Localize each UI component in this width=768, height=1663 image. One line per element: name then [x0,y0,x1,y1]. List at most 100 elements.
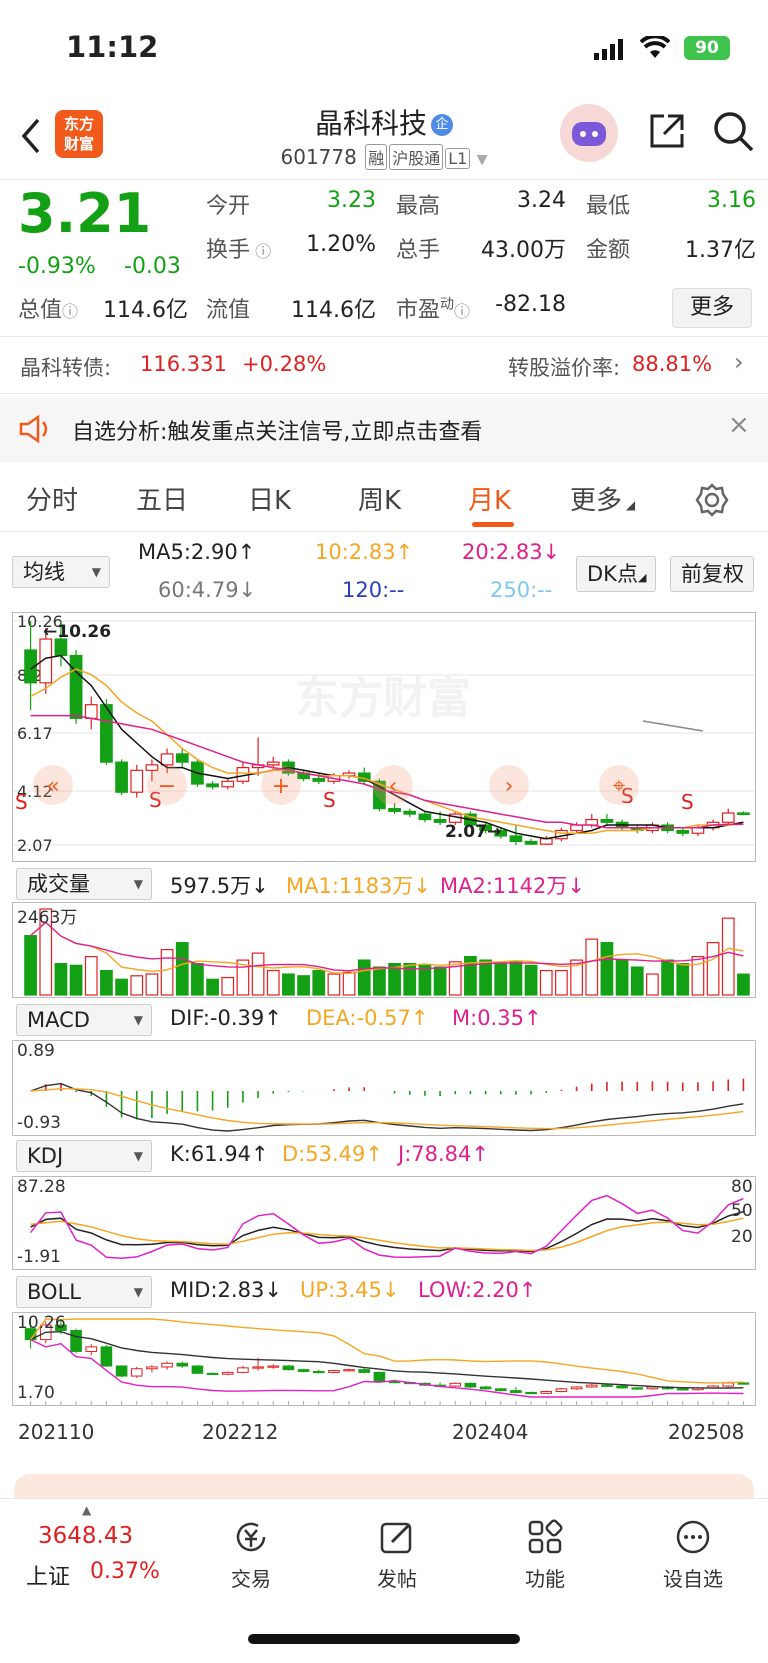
volume-label: 总手 [396,238,441,263]
index-value[interactable]: 3648.43 [38,1523,133,1549]
kline-chart-panel[interactable]: 东方财富10.268.226.174.122.07←10.262.07→SSSS… [12,612,756,862]
boll-low: LOW:2.20↑ [418,1278,537,1302]
boll-candle [297,1369,310,1372]
volume-bar [630,966,644,996]
kdj-right-80: 80 [731,1177,753,1197]
tab-intraday[interactable]: 分时 [26,480,78,517]
volume-ma-line [30,921,744,972]
candle [312,777,326,782]
candle [388,808,401,812]
volume-bar [721,917,735,996]
add-watchlist-button[interactable]: 设自选 [648,1517,738,1592]
ma250-label: 250:-- [490,578,553,602]
candle [84,704,98,719]
sell-signal-mark: S [681,790,694,814]
change-value: -0.03 [124,254,181,279]
low-label: 最低 [586,194,631,219]
candle [266,761,280,766]
boll-candle [267,1365,280,1368]
volume-current: 597.5万↓ [170,874,269,898]
boll-mid: MID:2.83↓ [170,1278,282,1302]
dk-point-button[interactable]: DK点◢ [576,556,656,592]
more-button[interactable]: 更多 [672,288,752,328]
x-label-1: 202212 [202,1420,279,1444]
boll-candle [176,1362,189,1367]
boll-candle [479,1386,492,1390]
tab-month-k[interactable]: 月K [468,480,511,517]
close-icon[interactable]: × [728,410,750,440]
add-watch-icon [676,1520,710,1554]
volume-bar [206,978,219,996]
chart-control-glyph: ⌖ [613,774,625,799]
premium-value: 88.81% [632,352,713,376]
dropdown-icon[interactable]: ▼ [477,152,488,168]
boll-candle [510,1390,522,1393]
margin-tag: 融 [365,144,388,170]
status-bar: 11:12 90 [0,0,768,96]
boll-candle [358,1369,371,1373]
boll-candle [312,1370,325,1374]
tab-more[interactable]: 更多 ◢ [570,480,635,517]
volume-bar [706,942,720,996]
bond-price: 116.331 [140,352,227,376]
boll-candle [70,1329,82,1352]
gear-icon[interactable] [694,482,730,518]
volume-bar [266,969,280,996]
trade-icon [236,1522,266,1552]
volume-chart-panel: 2463万 [12,902,756,998]
macd-chart-panel: 0.89 -0.93 [12,1040,756,1136]
boll-candle [570,1386,583,1390]
volume-selector[interactable]: 成交量 ▼ [16,868,152,900]
volume-bar [661,959,674,996]
post-icon [380,1522,412,1554]
share-icon[interactable] [646,110,688,152]
boll-candle [328,1370,340,1373]
search-icon[interactable] [712,110,756,154]
volume-chart [24,908,750,996]
function-button[interactable]: 功能 [500,1517,590,1592]
adjust-button[interactable]: 前复权 [670,556,754,592]
trade-button[interactable]: 交易 [206,1517,296,1592]
volume-bar [327,973,341,996]
caret-up-icon: ▲ [82,1503,92,1517]
turnover-label: 换手 ⓘ [206,238,272,263]
function-icon [528,1519,563,1554]
chart-control-glyph: ‹ [389,774,398,799]
chart-control-glyph: › [505,774,514,799]
ma120-label: 120:-- [342,578,405,602]
level-tag: L1 [445,148,471,169]
low-price-label: 2.07→ [445,822,501,842]
notice-banner[interactable]: 自选分析:触发重点关注信号,立即点击查看 × [0,396,768,462]
qi-badge: 企 [431,114,453,136]
boll-candle [373,1371,386,1383]
tab-week-k[interactable]: 周K [358,480,401,517]
candle [721,812,735,823]
macd-y-bottom: -0.93 [17,1113,61,1133]
tab-five-day[interactable]: 五日 [136,480,188,517]
volume-bar [479,959,492,996]
assistant-avatar-icon[interactable] [560,104,618,162]
convertible-bond-row[interactable]: 晶科转债: 116.331 +0.28% 转股溢价率: 88.81% › [0,338,768,394]
macd-selector[interactable]: MACD ▼ [16,1004,152,1036]
volume-bar [251,952,265,996]
chart-control-glyph: + [272,774,290,799]
ma-selector[interactable]: 均线 ▼ [12,556,110,588]
volume-bar [69,964,83,996]
index-pct: 0.37% [90,1559,160,1584]
boll-candle [601,1384,613,1387]
kdj-selector[interactable]: KDJ ▼ [16,1140,152,1172]
boll-candle [449,1382,462,1387]
chart-control-glyph: − [158,774,176,799]
quote-panel: 3.21 -0.93% -0.03 今开 3.23 最高 3.24 最低 3.1… [0,182,768,337]
kdj-j: J:78.84↑ [398,1142,489,1166]
post-button[interactable]: 发帖 [352,1517,442,1592]
candle [206,783,219,788]
boll-candle [494,1388,507,1392]
x-label-0: 202110 [18,1420,95,1444]
boll-candle [464,1382,477,1388]
candle [418,813,432,821]
volume-bar [24,935,37,996]
kline-chart: 东方财富10.268.226.174.122.07←10.262.07→SSSS… [13,612,755,855]
boll-selector[interactable]: BOLL ▼ [16,1276,152,1308]
tab-day-k[interactable]: 日K [248,480,291,517]
